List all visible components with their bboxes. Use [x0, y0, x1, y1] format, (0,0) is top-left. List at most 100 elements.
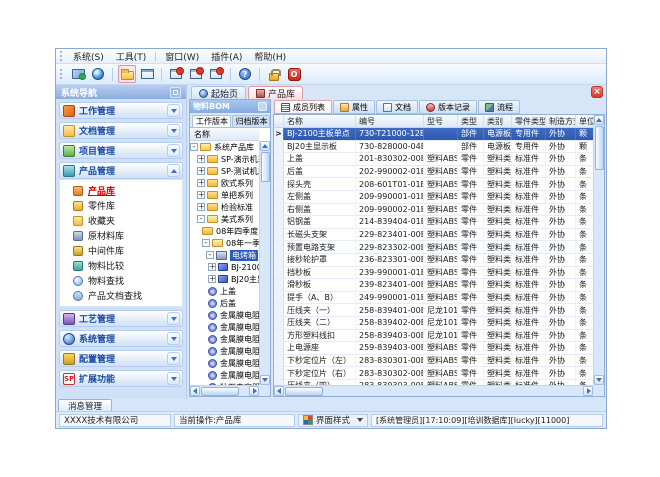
tree-horizontal-scrollbar[interactable]	[190, 385, 259, 396]
tree-node[interactable]: 金属膜电阻器	[190, 357, 259, 369]
close-tab-button[interactable]: ×	[591, 86, 603, 98]
sidebar-group-document-toggle[interactable]	[167, 124, 180, 137]
scroll-down-icon[interactable]	[260, 375, 270, 385]
table-row[interactable]: 挡秒板239-990001-01E塑料ABS零件塑料类标准件外协条	[274, 267, 593, 280]
expand-icon[interactable]: +	[197, 179, 205, 187]
sidebar-item-product-doc-search[interactable]: 产品文档查找	[60, 288, 182, 303]
folder-button[interactable]	[118, 65, 136, 83]
tree-node[interactable]: -美式系列	[190, 213, 259, 225]
table-row[interactable]: 铝钢盖214-839404-01E塑料ABS零件塑料类标准件外协条	[274, 216, 593, 229]
sidebar-group-config[interactable]: 配置管理	[59, 350, 183, 367]
tree-node[interactable]: +BJ20主显示板	[190, 273, 259, 285]
table-vscroll-thumb[interactable]	[595, 126, 604, 170]
table-row[interactable]: 上盖201-830302-00E塑料ABS零件塑料类标准件外协条	[274, 153, 593, 166]
tree-vscroll-thumb[interactable]	[261, 152, 270, 182]
tree-node[interactable]: 金属膜电阻器	[190, 369, 259, 381]
window-badge-3-button[interactable]	[207, 65, 225, 83]
sidebar-item-favorites[interactable]: 收藏夹	[60, 213, 182, 228]
column-header-7[interactable]: 制造方式	[546, 115, 576, 127]
column-header-3[interactable]: 型号	[424, 115, 458, 127]
expand-icon[interactable]: +	[197, 203, 205, 211]
sidebar-group-document[interactable]: 文档管理	[59, 122, 183, 139]
window-badge-2-button[interactable]	[187, 65, 205, 83]
expand-icon[interactable]: +	[197, 167, 205, 175]
tree-node[interactable]: 后盖	[190, 297, 259, 309]
sidebar-group-extension-toggle[interactable]	[167, 372, 180, 385]
sidebar-group-project[interactable]: 项目管理	[59, 142, 183, 159]
table-row[interactable]: >BJ-2100主板单点730-T21000-12E部件电源板专用件外协颗	[274, 128, 593, 141]
globe-button[interactable]	[89, 65, 107, 83]
table-row[interactable]: BJ20主显示板730-828000-04E部件电源板专用件外协颗	[274, 141, 593, 154]
expand-icon[interactable]: +	[197, 191, 205, 199]
table-horizontal-scrollbar[interactable]	[274, 385, 593, 396]
table-row[interactable]: 左侧盖209-990001-01E塑料ABS零件塑料类标准件外协条	[274, 191, 593, 204]
bom-panel-toggle-button[interactable]	[258, 102, 267, 111]
scroll-down-icon[interactable]	[594, 375, 604, 385]
sidebar-group-work-toggle[interactable]	[167, 104, 180, 117]
sidebar-group-config-toggle[interactable]	[167, 352, 180, 365]
tree-node[interactable]: 金属膜电阻器	[190, 345, 259, 357]
collapse-icon[interactable]: -	[206, 251, 214, 259]
table-row[interactable]: 探头壳208-601T01-01E塑料ABS零件塑料类标准件外协条	[274, 178, 593, 191]
tree-node[interactable]: 08年四季度	[190, 225, 259, 237]
tree-node[interactable]: 金属膜电阻器	[190, 309, 259, 321]
logout-button[interactable]	[285, 65, 303, 83]
collapse-icon[interactable]: -	[197, 215, 205, 223]
sidebar-item-material-search[interactable]: 物料查找	[60, 273, 182, 288]
table-hscroll-thumb[interactable]	[285, 387, 323, 396]
table-row[interactable]: 下秒定位片（右）283-830302-00E塑料ABS零件塑料类标准件外协条	[274, 367, 593, 380]
sidebar-group-extension[interactable]: 扩展功能	[59, 370, 183, 387]
tree-node[interactable]: 金属膜电阻器	[190, 321, 259, 333]
toolbar-drag-handle[interactable]	[60, 69, 63, 79]
table-row[interactable]: 压线夹（二）258-839402-00E尼龙1010零件塑料类标准件外协条	[274, 317, 593, 330]
column-header-1[interactable]: 名称	[284, 115, 356, 127]
sidebar-item-parts-lib[interactable]: 零件库	[60, 198, 182, 213]
tree-node[interactable]: -08年一季度	[190, 237, 259, 249]
table-row[interactable]: 方形塑料线扣258-839403-00E尼龙1010零件塑料类标准件外协条	[274, 330, 593, 343]
tree-node[interactable]: -系统产品库	[190, 141, 259, 153]
tab-properties[interactable]: 属性	[333, 100, 375, 114]
expand-icon[interactable]: +	[208, 275, 216, 283]
menu-item-1[interactable]: 系统(S)	[67, 49, 110, 64]
tree-node[interactable]: +检验标准	[190, 201, 259, 213]
sidebar-group-craft[interactable]: 工艺管理	[59, 310, 183, 327]
sidebar-item-product-lib[interactable]: 产品库	[60, 183, 182, 198]
table-row[interactable]: 后盖202-990002-01E塑料ABS零件塑料类标准件外协条	[274, 166, 593, 179]
message-tab[interactable]: 消息管理	[58, 399, 112, 411]
menu-item-2[interactable]: 工具(T)	[110, 49, 153, 64]
tree-node[interactable]: +BJ-2100主板,单点	[190, 261, 259, 273]
lock-button[interactable]	[265, 65, 283, 83]
column-header-4[interactable]: 类型	[458, 115, 484, 127]
table-row[interactable]: 接秒轮护罩236-823301-00E塑料ABS零件塑料类标准件外协条	[274, 254, 593, 267]
column-header-6[interactable]: 零件类型	[512, 115, 546, 127]
tree-hscroll-thumb[interactable]	[201, 387, 239, 396]
tab-archive-version[interactable]: 归档版本	[232, 115, 271, 127]
tree-node[interactable]: +单把系列	[190, 189, 259, 201]
window-badge-1-button[interactable]	[167, 65, 185, 83]
expand-icon[interactable]: +	[197, 155, 205, 163]
sidebar-group-project-toggle[interactable]	[167, 144, 180, 157]
tree-node[interactable]: +SP-测试机系列	[190, 165, 259, 177]
column-header-8[interactable]: 单位	[576, 115, 593, 127]
table-row[interactable]: 上电源座259-839403-00E塑料ABS零件塑料类标准件外协条	[274, 342, 593, 355]
grid-window-button[interactable]	[138, 65, 156, 83]
tab-version-history[interactable]: 版本记录	[419, 100, 477, 114]
table-row[interactable]: 滑秒板239-823401-00E塑料ABS零件塑料类标准件外协条	[274, 279, 593, 292]
tab-home[interactable]: 起始页	[191, 86, 246, 99]
collapse-icon[interactable]: -	[202, 239, 210, 247]
sidebar-item-material-compare[interactable]: 物料比较	[60, 258, 182, 273]
table-row[interactable]: 下秒定位片（左）283-830301-00E塑料ABS零件塑料类标准件外协条	[274, 355, 593, 368]
expand-icon[interactable]: +	[208, 263, 216, 271]
table-row[interactable]: 长磁头支架229-823401-00E塑料ABS零件塑料类标准件外协条	[274, 229, 593, 242]
menubar-drag-handle[interactable]	[60, 51, 63, 61]
tree-node[interactable]: 金属膜电阻器	[190, 333, 259, 345]
tree-column-header[interactable]: 名称	[190, 128, 259, 141]
help-button[interactable]	[236, 65, 254, 83]
sidebar-item-raw-material[interactable]: 原材料库	[60, 228, 182, 243]
sidebar-group-system[interactable]: 系统管理	[59, 330, 183, 347]
tree-node[interactable]: +欧式系列	[190, 177, 259, 189]
menu-item-5[interactable]: 帮助(H)	[248, 49, 292, 64]
table-row[interactable]: 右侧盖209-990002-01E塑料ABS零件塑料类标准件外协条	[274, 204, 593, 217]
menu-item-3[interactable]: 窗口(W)	[159, 49, 205, 64]
sidebar-group-system-toggle[interactable]	[167, 332, 180, 345]
